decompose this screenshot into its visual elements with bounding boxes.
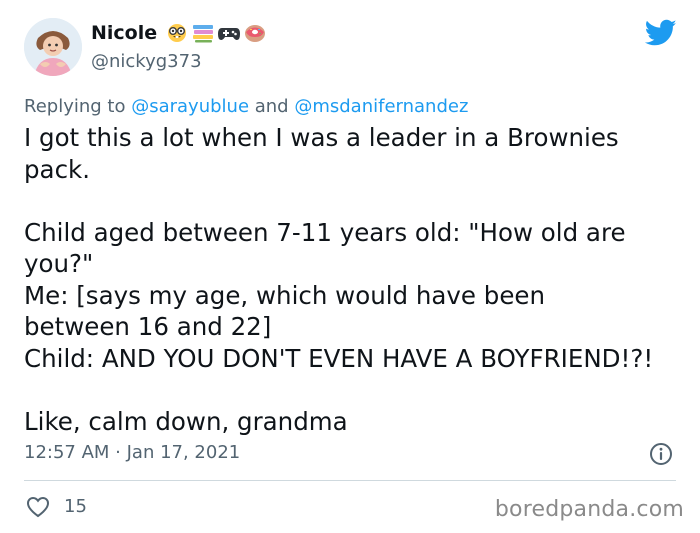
mention-link-1[interactable]: @sarayublue [131, 96, 249, 117]
author-handle[interactable]: @nickyg373 [91, 51, 202, 72]
doughnut-emoji [243, 23, 267, 43]
display-name[interactable]: Nicole [91, 22, 157, 44]
avatar[interactable] [24, 18, 82, 76]
reply-joiner: and [249, 96, 295, 117]
reply-prefix: Replying to [24, 96, 132, 117]
nerd-face-emoji [165, 23, 189, 43]
twitter-bird-icon[interactable] [644, 19, 677, 47]
books-emoji [191, 23, 215, 43]
tweet-timestamp[interactable]: 12:57 AM · Jan 17, 2021 [24, 442, 240, 463]
name-emojis [165, 23, 267, 43]
info-icon[interactable] [649, 442, 673, 466]
divider [24, 480, 676, 481]
mention-link-2[interactable]: @msdanifernandez [294, 96, 468, 117]
heart-icon[interactable] [26, 496, 50, 518]
tweet-text: I got this a lot when I was a leader in … [24, 123, 654, 436]
replying-to-line: Replying to @sarayublue and @msdaniferna… [24, 96, 468, 117]
boredpanda-watermark: boredpanda.com [494, 497, 684, 522]
like-count: 15 [64, 496, 87, 517]
author-name-row: Nicole [91, 22, 267, 44]
game-controller-emoji [217, 23, 241, 43]
